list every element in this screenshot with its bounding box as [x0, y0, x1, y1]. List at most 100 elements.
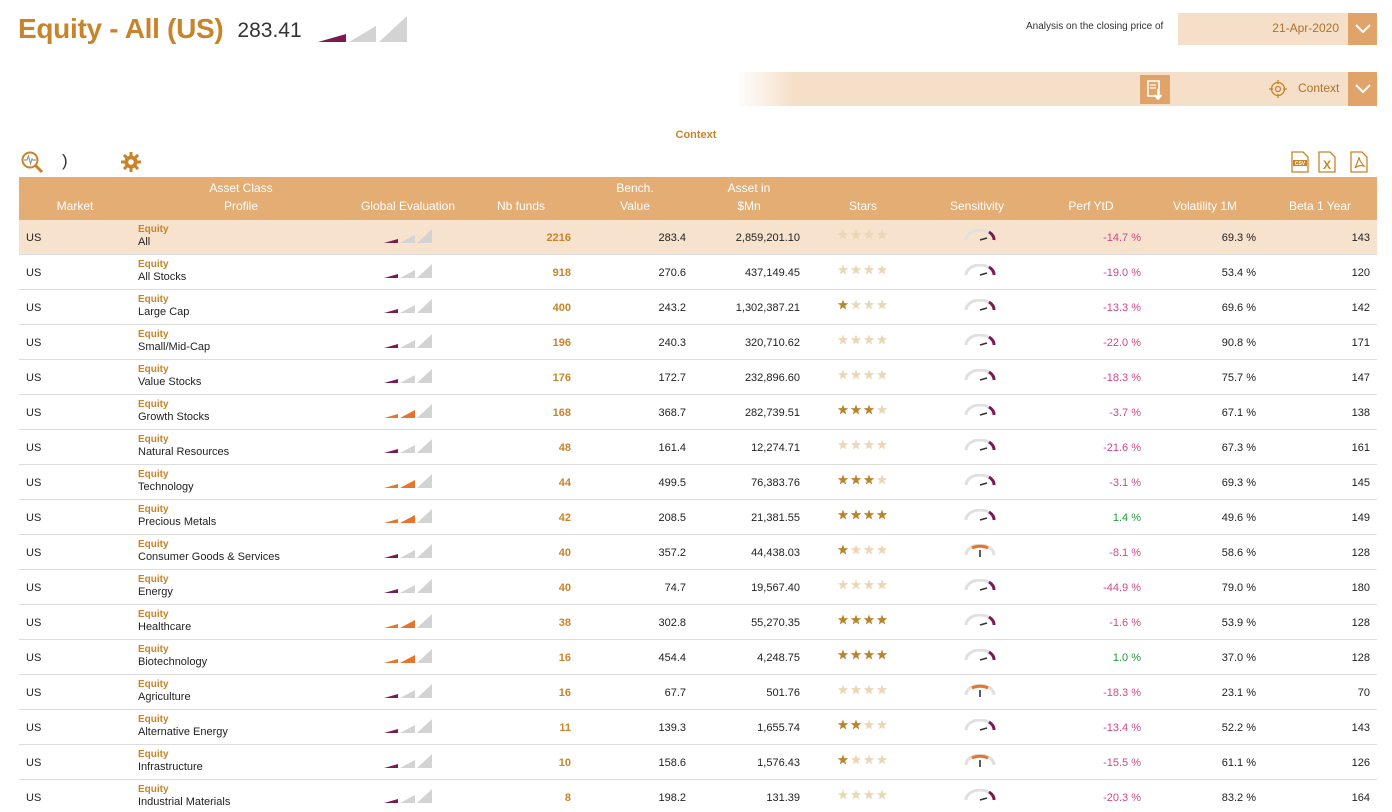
asset-class-cell[interactable]: Equity Precious Metals	[138, 504, 216, 528]
col-global-evaluation[interactable]: Global Evaluation	[348, 197, 468, 215]
table-row[interactable]: US Equity Alternative Energy 11 139.3 1,655.7…	[19, 710, 1377, 745]
asset-class-cell[interactable]: Equity Growth Stocks	[138, 399, 210, 423]
col-bench-value[interactable]: Bench. Value	[595, 179, 675, 215]
asset-class-category[interactable]: Equity	[138, 609, 191, 621]
asset-class-category[interactable]: Equity	[138, 259, 186, 271]
table-row[interactable]: US Equity Small/Mid-Cap 196 240.3 320,710.62 -…	[19, 325, 1377, 360]
table-row[interactable]: US Equity Natural Resources 48 161.4 12,274.7…	[19, 430, 1377, 465]
nb-funds-cell[interactable]: 42	[559, 512, 571, 524]
bench-value-cell: 172.7	[658, 372, 686, 384]
asset-class-cell[interactable]: Equity Large Cap	[138, 294, 189, 318]
nb-funds-cell[interactable]: 8	[565, 792, 571, 804]
nb-funds-cell[interactable]: 48	[559, 442, 571, 454]
asset-class-cell[interactable]: Equity Value Stocks	[138, 364, 201, 388]
gear-icon[interactable]	[120, 151, 142, 178]
global-evaluation-bars	[383, 228, 433, 247]
asset-class-cell[interactable]: Equity Consumer Goods & Services	[138, 539, 280, 563]
asset-class-profile: Infrastructure	[138, 761, 203, 773]
col-beta[interactable]: Beta 1 Year	[1275, 197, 1365, 215]
asset-class-category[interactable]: Equity	[138, 679, 191, 691]
table-row[interactable]: US Equity All 2216 283.4 2,859,201.10 -14.7 % 6…	[19, 220, 1377, 255]
nb-funds-cell[interactable]: 10	[559, 757, 571, 769]
nb-funds-cell[interactable]: 196	[553, 337, 571, 349]
asset-class-category[interactable]: Equity	[138, 434, 229, 446]
nb-funds-cell[interactable]: 16	[559, 652, 571, 664]
col-asset-mn[interactable]: Asset in $Mn	[709, 179, 789, 215]
col-market[interactable]: Market	[39, 197, 111, 215]
table-row[interactable]: US Equity Industrial Materials 8 198.2 131.39…	[19, 780, 1377, 812]
asset-class-category[interactable]: Equity	[138, 714, 228, 726]
nb-funds-cell[interactable]: 168	[553, 407, 571, 419]
excel-icon[interactable]: X	[1317, 151, 1337, 178]
asset-class-cell[interactable]: Equity All	[138, 224, 169, 248]
col-perf-ytd[interactable]: Perf YtD	[1051, 197, 1131, 215]
csv-icon[interactable]: CSV	[1290, 151, 1310, 178]
asset-class-category[interactable]: Equity	[138, 539, 280, 551]
search-chart-icon[interactable]	[20, 150, 44, 179]
nb-funds-cell[interactable]: 44	[559, 477, 571, 489]
table-row[interactable]: US Equity Technology 44 499.5 76,383.76 -3.1 %…	[19, 465, 1377, 500]
asset-class-cell[interactable]: Equity Natural Resources	[138, 434, 229, 458]
table-row[interactable]: US Equity Precious Metals 42 208.5 21,381.55 1…	[19, 500, 1377, 535]
nb-funds-cell[interactable]: 40	[559, 582, 571, 594]
asset-class-category[interactable]: Equity	[138, 329, 210, 341]
asset-class-category[interactable]: Equity	[138, 644, 207, 656]
nb-funds-cell[interactable]: 176	[553, 372, 571, 384]
table-row[interactable]: US Equity Agriculture 16 67.7 501.76 -18.3 % 23…	[19, 675, 1377, 710]
bench-value-cell: 283.4	[658, 232, 686, 244]
asset-class-cell[interactable]: Equity Industrial Materials	[138, 784, 230, 808]
nb-funds-cell[interactable]: 38	[559, 617, 571, 629]
pdf-icon[interactable]	[1349, 151, 1369, 178]
context-link[interactable]: Context	[0, 129, 1392, 141]
asset-class-cell[interactable]: Equity Technology	[138, 469, 194, 493]
col-nb-funds[interactable]: Nb funds	[481, 197, 561, 215]
nb-funds-cell[interactable]: 11	[559, 722, 571, 734]
beta-cell: 161	[1351, 442, 1370, 454]
table-row[interactable]: US Equity Infrastructure 10 158.6 1,576.43 -15…	[19, 745, 1377, 780]
context-dropdown-button[interactable]	[1348, 72, 1377, 106]
col-stars[interactable]: Stars	[823, 197, 903, 215]
nb-funds-cell[interactable]: 40	[559, 547, 571, 559]
col-volatility[interactable]: Volatility 1M	[1155, 197, 1255, 215]
col-asset-class[interactable]: Asset Class Profile	[171, 179, 311, 215]
context-label[interactable]: Context	[1298, 81, 1339, 95]
nb-funds-cell[interactable]: 16	[559, 687, 571, 699]
table-row[interactable]: US Equity Biotechnology 16 454.4 4,248.75 1.0 …	[19, 640, 1377, 675]
nb-funds-cell[interactable]: 2216	[547, 232, 571, 244]
table-row[interactable]: US Equity Growth Stocks 168 368.7 282,739.51 -…	[19, 395, 1377, 430]
table-row[interactable]: US Equity Value Stocks 176 172.7 232,896.60 -1…	[19, 360, 1377, 395]
date-selector[interactable]: 21-Apr-2020	[1178, 13, 1377, 45]
asset-class-cell[interactable]: Equity Alternative Energy	[138, 714, 228, 738]
asset-class-category[interactable]: Equity	[138, 399, 210, 411]
page-header: Equity - All (US) 283.41	[18, 8, 408, 49]
context-link-text[interactable]: Context	[676, 129, 717, 141]
table-row[interactable]: US Equity Energy 40 74.7 19,567.40 -44.9 % 79.0…	[19, 570, 1377, 605]
asset-class-category[interactable]: Equity	[138, 504, 216, 516]
asset-class-cell[interactable]: Equity All Stocks	[138, 259, 186, 283]
asset-class-category[interactable]: Equity	[138, 224, 169, 236]
export-button[interactable]	[1140, 75, 1170, 104]
asset-class-cell[interactable]: Equity Infrastructure	[138, 749, 203, 773]
asset-class-category[interactable]: Equity	[138, 469, 194, 481]
table-row[interactable]: US Equity All Stocks 918 270.6 437,149.45 -19.…	[19, 255, 1377, 290]
date-dropdown-button[interactable]	[1348, 13, 1377, 45]
asset-class-category[interactable]: Equity	[138, 749, 203, 761]
asset-class-cell[interactable]: Equity Healthcare	[138, 609, 191, 633]
bench-value-cell: 74.7	[664, 582, 686, 594]
col-sensitivity[interactable]: Sensitivity	[927, 197, 1027, 215]
asset-class-category[interactable]: Equity	[138, 364, 201, 376]
table-row[interactable]: US Equity Healthcare 38 302.8 55,270.35 -1.6 %…	[19, 605, 1377, 640]
nb-funds-cell[interactable]: 918	[553, 267, 571, 279]
table-row[interactable]: US Equity Large Cap 400 243.2 1,302,387.21 -13…	[19, 290, 1377, 325]
asset-class-cell[interactable]: Equity Biotechnology	[138, 644, 207, 668]
asset-class-cell[interactable]: Equity Small/Mid-Cap	[138, 329, 210, 353]
asset-mn-cell: 4,248.75	[757, 652, 800, 664]
asset-class-category[interactable]: Equity	[138, 294, 189, 306]
asset-class-cell[interactable]: Equity Agriculture	[138, 679, 191, 703]
nb-funds-cell[interactable]: 400	[553, 302, 571, 314]
asset-class-cell[interactable]: Equity Energy	[138, 574, 173, 598]
table-row[interactable]: US Equity Consumer Goods & Services 40 357.2…	[19, 535, 1377, 570]
asset-class-category[interactable]: Equity	[138, 784, 230, 796]
asset-class-category[interactable]: Equity	[138, 574, 173, 586]
target-icon[interactable]	[1269, 80, 1287, 103]
